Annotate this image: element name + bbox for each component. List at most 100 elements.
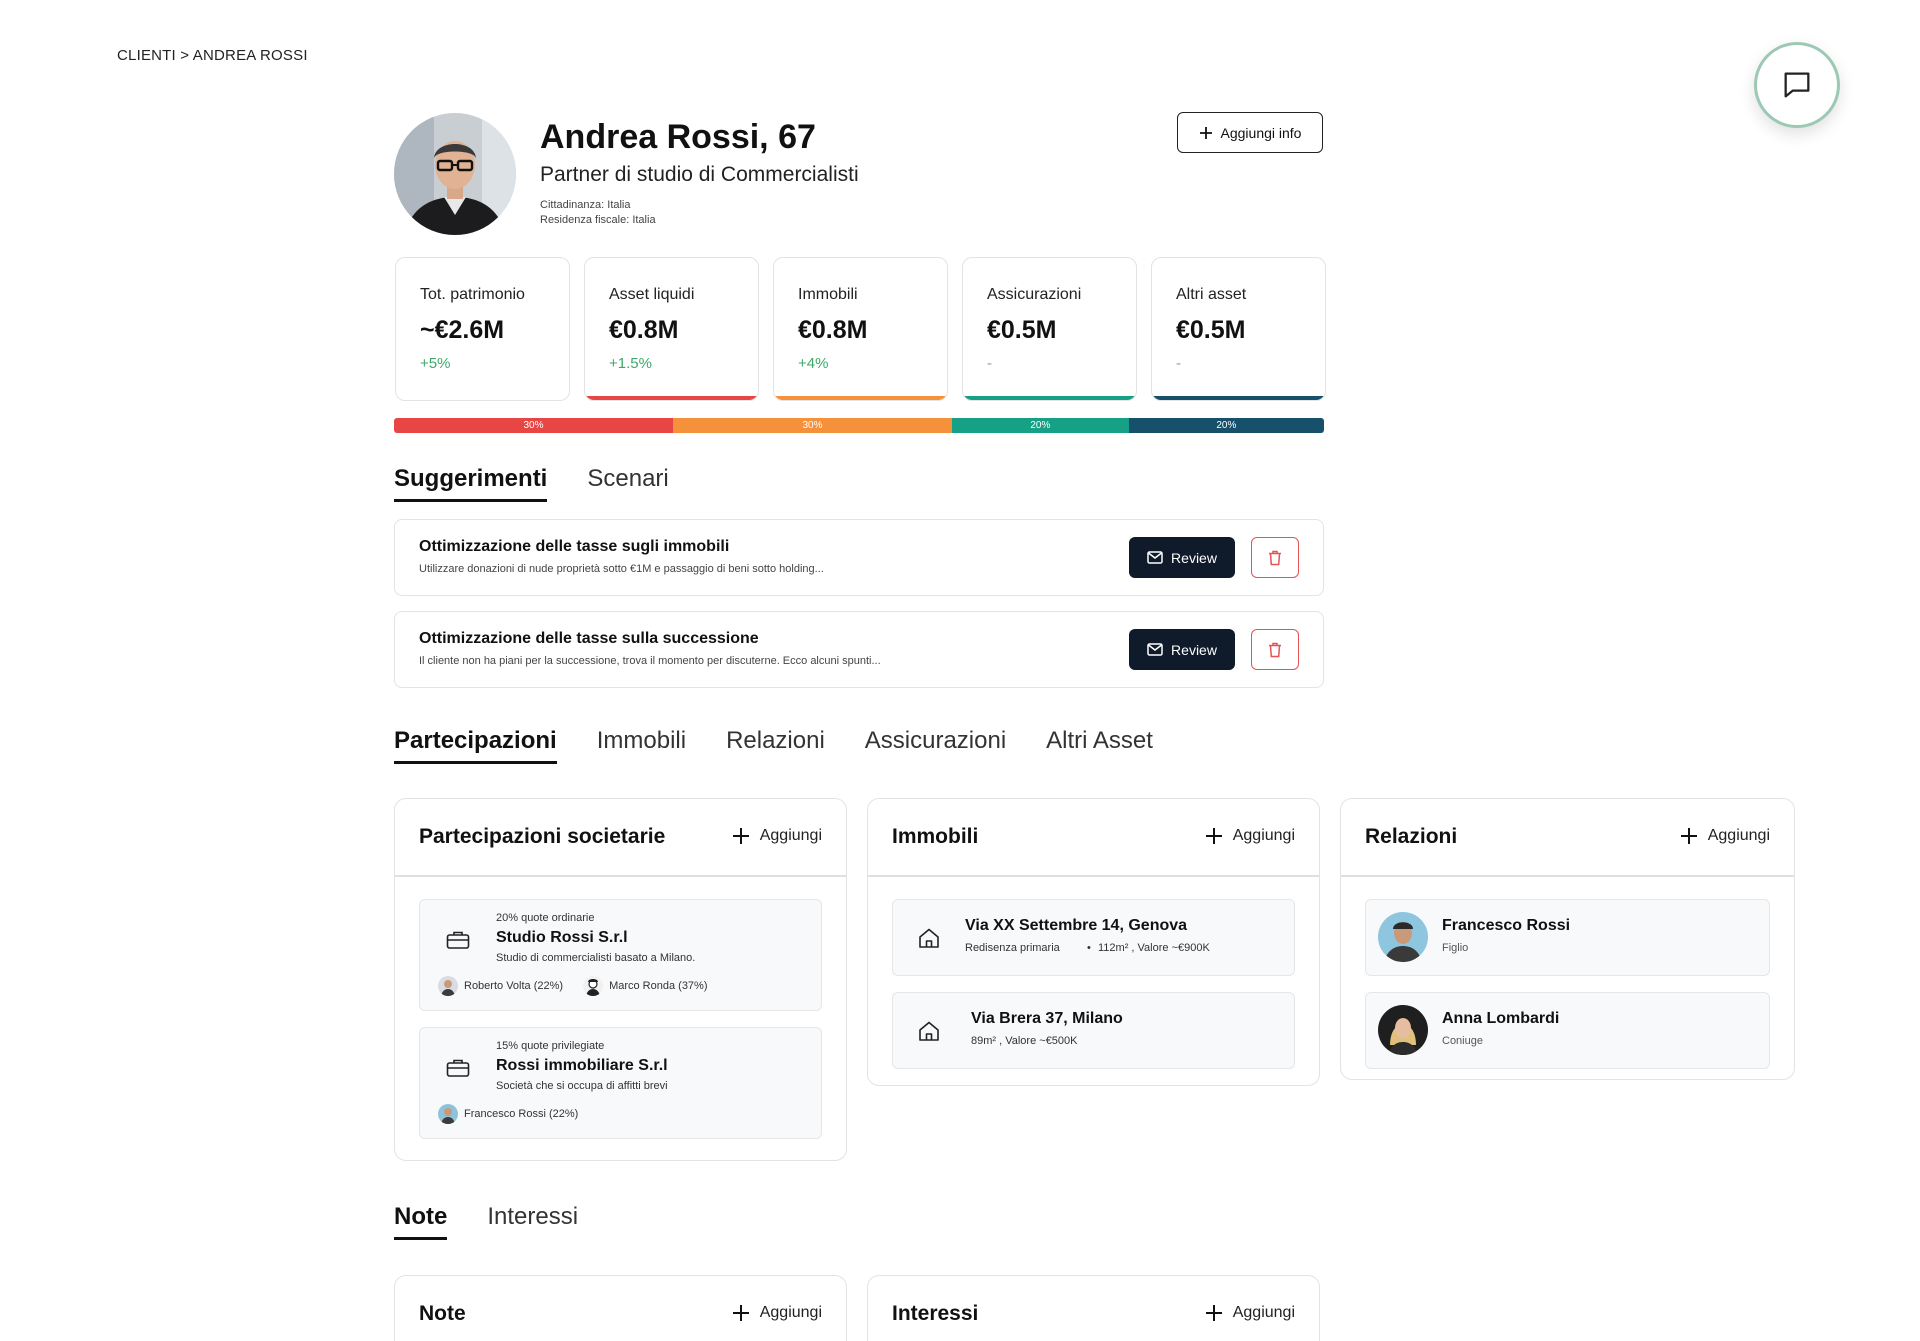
tab-immobili[interactable]: Immobili <box>597 727 686 764</box>
client-role: Partner di studio di Commercialisti <box>540 163 859 186</box>
panel-title: Partecipazioni societarie <box>419 825 666 848</box>
property-card[interactable]: Via Brera 37, Milano 89m² , Valore ~€500… <box>892 992 1295 1069</box>
plus-icon <box>1680 828 1697 844</box>
shareholder[interactable]: Roberto Volta (22%) <box>438 976 563 996</box>
notes-panel: Note Aggiungi <box>394 1275 847 1341</box>
avatar <box>438 1104 458 1124</box>
kpi-liquid-assets[interactable]: Asset liquidi €0.8M +1.5% <box>584 257 759 401</box>
kpi-value: €0.5M <box>1176 316 1246 344</box>
property-details: 112m² , Valore ~€900K <box>1098 942 1210 954</box>
kpi-change: +4% <box>798 355 829 372</box>
tab-scenari[interactable]: Scenari <box>587 465 668 502</box>
relation-card[interactable]: Francesco Rossi Figlio <box>1365 899 1770 976</box>
tab-relazioni[interactable]: Relazioni <box>726 727 825 764</box>
review-label: Review <box>1171 641 1217 658</box>
property-card[interactable]: Via XX Settembre 14, Genova Redisenza pr… <box>892 899 1295 976</box>
kpi-label: Altri asset <box>1176 286 1247 303</box>
client-name: Andrea Rossi, 67 <box>540 118 816 156</box>
add-relation-button[interactable]: Aggiungi <box>1680 827 1770 845</box>
relation-card[interactable]: Anna Lombardi Coniuge <box>1365 992 1770 1069</box>
property-details: 89m² , Valore ~€500K <box>971 1035 1078 1047</box>
review-button[interactable]: Review <box>1129 537 1235 578</box>
note-tabs: Note Interessi <box>394 1203 578 1240</box>
add-participation-button[interactable]: Aggiungi <box>732 827 822 845</box>
panel-title: Immobili <box>892 825 979 848</box>
delete-button[interactable] <box>1251 629 1299 670</box>
kpi-value: €0.8M <box>798 316 868 344</box>
tax-residence-label: Residenza fiscale: Italia <box>540 214 656 226</box>
company-name: Studio Rossi S.r.l <box>496 929 628 946</box>
allocation-segment-real-estate: 30% <box>673 418 952 433</box>
add-info-button[interactable]: Aggiungi info <box>1177 112 1323 153</box>
kpi-label: Asset liquidi <box>609 286 695 303</box>
kpi-value: ~€2.6M <box>420 316 505 344</box>
chat-bubble-icon <box>1784 72 1810 98</box>
kpi-label: Assicurazioni <box>987 286 1082 303</box>
home-icon <box>911 1013 947 1049</box>
add-label: Aggiungi <box>1232 827 1295 844</box>
shareholder-name: Marco Ronda (37%) <box>609 980 708 992</box>
kpi-other-assets[interactable]: Altri asset €0.5M - <box>1151 257 1326 401</box>
bullet-separator: • <box>1087 942 1091 954</box>
suggestion-description: Utilizzare donazioni di nude proprietà s… <box>419 563 824 575</box>
participation-card[interactable]: 20% quote ordinarie Studio Rossi S.r.l S… <box>419 899 822 1011</box>
kpi-change: +5% <box>420 355 451 372</box>
kpi-color-bar <box>585 396 758 400</box>
add-property-button[interactable]: Aggiungi <box>1205 827 1295 845</box>
breadcrumb[interactable]: CLIENTI > ANDREA ROSSI <box>117 47 308 64</box>
company-description: Studio di commercialisti basato a Milano… <box>496 952 696 964</box>
chat-button[interactable] <box>1754 42 1840 128</box>
kpi-label: Tot. patrimonio <box>420 286 525 303</box>
shareholder-name: Francesco Rossi (22%) <box>464 1108 579 1120</box>
suggestion-title: Ottimizzazione delle tasse sulla success… <box>419 630 759 647</box>
tab-suggerimenti[interactable]: Suggerimenti <box>394 465 548 502</box>
company-description: Società che si occupa di affitti brevi <box>496 1080 668 1092</box>
add-label: Aggiungi <box>759 827 822 844</box>
plus-icon <box>732 1305 749 1321</box>
shareholder[interactable]: Marco Ronda (37%) <box>583 976 708 996</box>
review-button[interactable]: Review <box>1129 629 1235 670</box>
plus-icon <box>1205 828 1222 844</box>
asset-tabs: Partecipazioni Immobili Relazioni Assicu… <box>394 727 1153 764</box>
home-icon <box>911 920 947 956</box>
shareholders: Roberto Volta (22%) Marco Ronda (37%) <box>438 976 708 996</box>
add-interest-button[interactable]: Aggiungi <box>1205 1304 1295 1322</box>
briefcase-icon <box>440 1050 476 1086</box>
avatar <box>1378 912 1428 962</box>
delete-button[interactable] <box>1251 537 1299 578</box>
tab-note[interactable]: Note <box>394 1203 448 1240</box>
plus-icon <box>1205 1305 1222 1321</box>
allocation-bar: 30% 30% 20% 20% <box>394 418 1324 433</box>
shareholder-name: Roberto Volta (22%) <box>464 980 564 992</box>
relation-role: Figlio <box>1442 942 1469 954</box>
tab-altri-asset[interactable]: Altri Asset <box>1046 727 1153 764</box>
kpi-change: - <box>1176 355 1181 372</box>
suggestion-card[interactable]: Ottimizzazione delle tasse sugli immobil… <box>394 519 1324 596</box>
tab-assicurazioni[interactable]: Assicurazioni <box>865 727 1006 764</box>
participation-card[interactable]: 15% quote privilegiate Rossi immobiliare… <box>419 1027 822 1139</box>
add-label: Aggiungi <box>1232 1304 1295 1321</box>
relation-name: Anna Lombardi <box>1442 1010 1560 1027</box>
avatar <box>1378 1005 1428 1055</box>
tab-partecipazioni[interactable]: Partecipazioni <box>394 727 557 764</box>
review-label: Review <box>1171 549 1217 566</box>
kpi-real-estate[interactable]: Immobili €0.8M +4% <box>773 257 948 401</box>
kpi-total-wealth[interactable]: Tot. patrimonio ~€2.6M +5% <box>395 257 570 401</box>
kpi-color-bar <box>1152 396 1325 400</box>
property-address: Via Brera 37, Milano <box>971 1010 1123 1027</box>
allocation-segment-other: 20% <box>1128 418 1324 433</box>
share-label: 20% quote ordinarie <box>496 912 595 924</box>
suggestion-card[interactable]: Ottimizzazione delle tasse sulla success… <box>394 611 1324 688</box>
kpi-insurance[interactable]: Assicurazioni €0.5M - <box>962 257 1137 401</box>
suggestion-title: Ottimizzazione delle tasse sugli immobil… <box>419 538 730 555</box>
add-note-button[interactable]: Aggiungi <box>732 1304 822 1322</box>
kpi-value: €0.8M <box>609 316 679 344</box>
allocation-segment-insurance: 20% <box>952 418 1129 433</box>
share-label: 15% quote privilegiate <box>496 1040 605 1052</box>
add-label: Aggiungi <box>1707 827 1770 844</box>
participations-panel: Partecipazioni societarie Aggiungi 20% q… <box>394 798 847 1161</box>
shareholder[interactable]: Francesco Rossi (22%) <box>438 1104 578 1124</box>
interests-panel: Interessi Aggiungi <box>867 1275 1320 1341</box>
kpi-change: +1.5% <box>609 355 652 372</box>
tab-interessi[interactable]: Interessi <box>487 1203 578 1240</box>
